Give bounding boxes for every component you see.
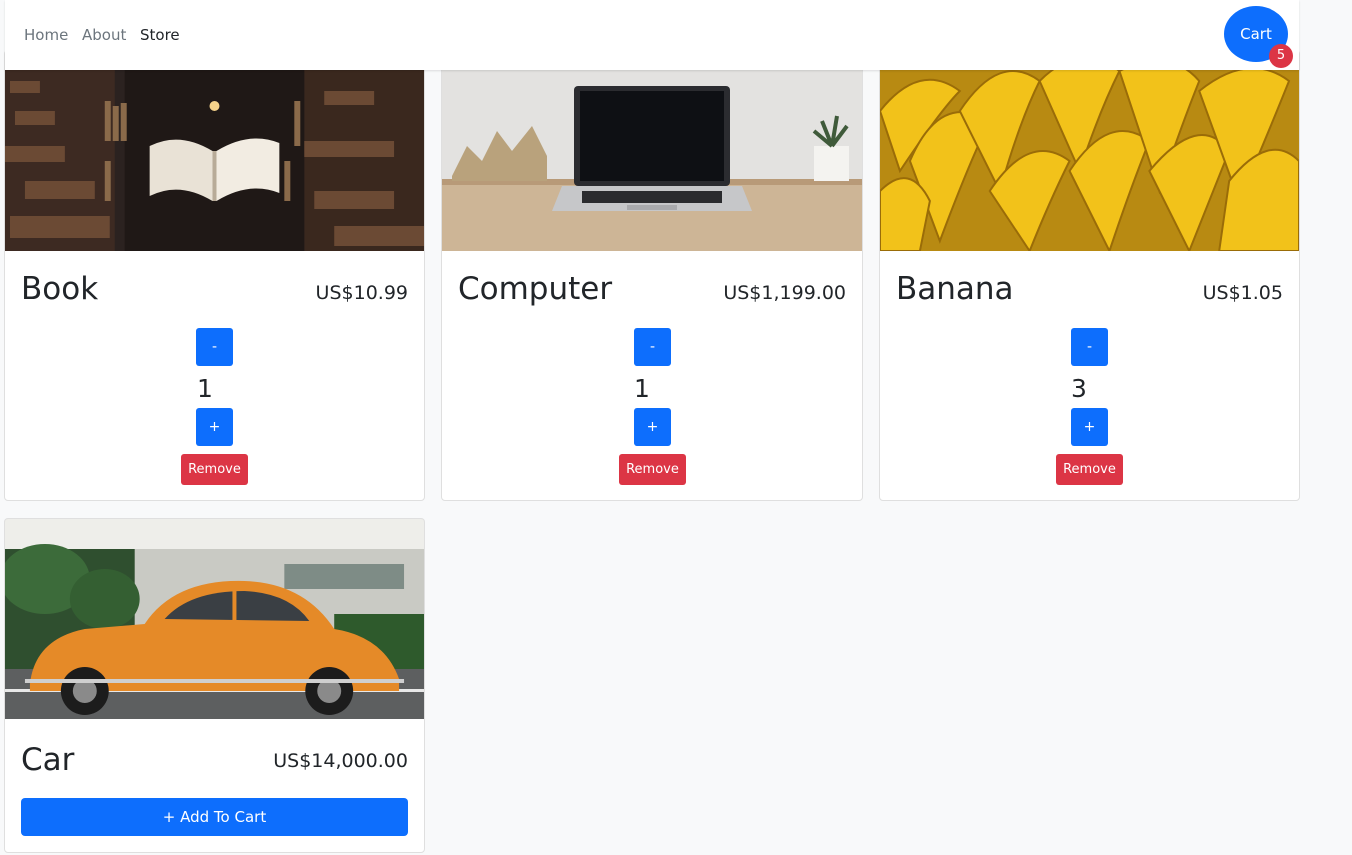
quantity-value: 1 xyxy=(634,374,650,403)
product-name: Computer xyxy=(458,271,613,307)
nav-about-link[interactable]: About xyxy=(82,26,126,44)
top-navbar: Home About Store Cart 5 xyxy=(5,0,1299,70)
remove-from-cart-button[interactable]: Remove xyxy=(619,454,686,485)
product-card-car: Car US$14,000.00 + Add To Cart xyxy=(4,518,425,853)
nav-home-link[interactable]: Home xyxy=(24,26,68,44)
book-image xyxy=(5,51,424,251)
product-name: Banana xyxy=(896,271,1014,307)
remove-from-cart-button[interactable]: Remove xyxy=(1056,454,1123,485)
cart-count-badge: 5 xyxy=(1269,44,1293,68)
banana-image xyxy=(880,51,1299,251)
car-image xyxy=(5,519,424,719)
remove-from-cart-button[interactable]: Remove xyxy=(181,454,248,485)
product-name: Car xyxy=(21,742,75,778)
add-to-cart-button[interactable]: + Add To Cart xyxy=(21,798,408,836)
decrease-quantity-button[interactable]: - xyxy=(1071,328,1108,366)
quantity-value: 1 xyxy=(197,374,213,403)
nav-store-link[interactable]: Store xyxy=(140,26,180,44)
decrease-quantity-button[interactable]: - xyxy=(196,328,233,366)
product-card-book: Book US$10.99 - 1 + Remove xyxy=(4,50,425,501)
quantity-value: 3 xyxy=(1071,374,1087,403)
decrease-quantity-button[interactable]: - xyxy=(634,328,671,366)
product-price: US$1,199.00 xyxy=(723,282,846,304)
product-card-banana: Banana US$1.05 - 3 + Remove xyxy=(879,50,1300,501)
product-price: US$10.99 xyxy=(315,282,408,304)
computer-image xyxy=(442,51,862,251)
product-price: US$1.05 xyxy=(1202,282,1283,304)
product-card-computer: Computer US$1,199.00 - 1 + Remove xyxy=(441,50,863,501)
increase-quantity-button[interactable]: + xyxy=(196,408,233,446)
product-name: Book xyxy=(21,271,99,307)
increase-quantity-button[interactable]: + xyxy=(1071,408,1108,446)
product-price: US$14,000.00 xyxy=(273,750,408,772)
increase-quantity-button[interactable]: + xyxy=(634,408,671,446)
